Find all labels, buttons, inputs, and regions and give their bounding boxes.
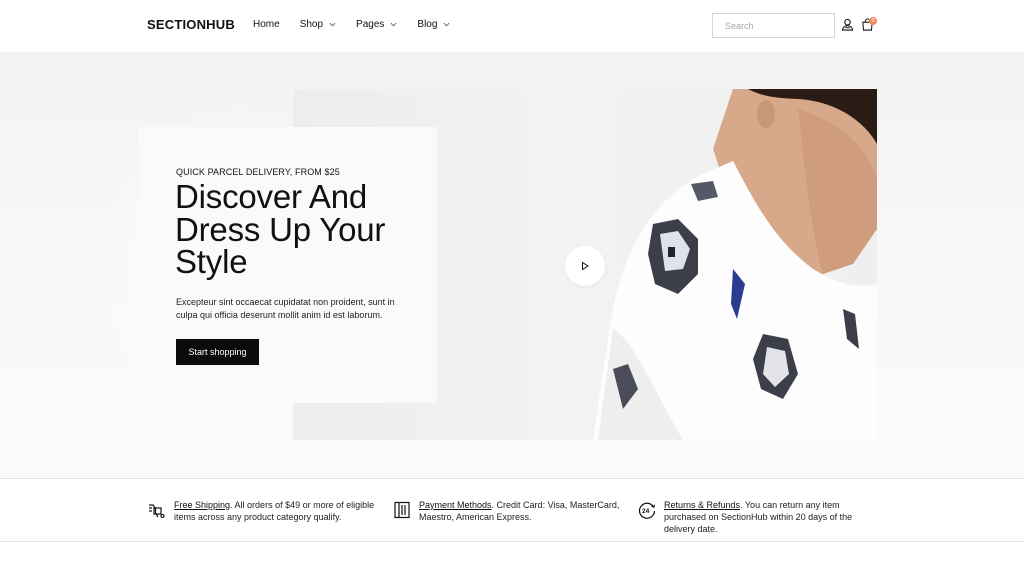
- feature-text: Payment Methods. Credit Card: Visa, Mast…: [419, 499, 634, 523]
- 24h-returns-icon: 24: [638, 502, 656, 519]
- payment-methods-link[interactable]: Payment Methods: [419, 500, 492, 510]
- start-shopping-button[interactable]: Start shopping: [176, 339, 259, 365]
- feature-free-shipping: Free Shipping. All orders of $49 or more…: [148, 499, 389, 523]
- nav-item-blog[interactable]: Blog: [417, 19, 450, 30]
- chevron-down-icon: [329, 22, 336, 27]
- nav-item-home[interactable]: Home: [253, 19, 280, 30]
- feature-text: Free Shipping. All orders of $49 or more…: [174, 499, 389, 523]
- chevron-down-icon: [443, 22, 450, 27]
- user-icon[interactable]: [841, 18, 854, 31]
- feature-returns-refunds: 24 Returns & Refunds. You can return any…: [638, 499, 879, 535]
- site-logo[interactable]: SECTIONHUB: [147, 17, 235, 32]
- nav-label: Home: [253, 19, 280, 30]
- svg-text:24: 24: [642, 508, 650, 515]
- fast-delivery-icon: [149, 504, 165, 519]
- nav-item-pages[interactable]: Pages: [356, 19, 397, 30]
- returns-refunds-link[interactable]: Returns & Refunds: [664, 500, 740, 510]
- nav-item-shop[interactable]: Shop: [300, 19, 336, 30]
- play-icon: [582, 261, 589, 271]
- site-header: SECTIONHUB Home Shop Pages Blog 0: [0, 0, 1024, 52]
- play-video-button[interactable]: [565, 246, 605, 286]
- payment-card-icon: [394, 501, 410, 519]
- feature-payment-methods: Payment Methods. Credit Card: Visa, Mast…: [393, 499, 634, 523]
- free-shipping-link[interactable]: Free Shipping: [174, 500, 230, 510]
- hero-body-text: Excepteur sint occaecat cupidatat non pr…: [176, 297, 395, 320]
- hero-eyebrow: QUICK PARCEL DELIVERY, FROM $25: [176, 167, 340, 177]
- chevron-down-icon: [390, 22, 397, 27]
- features-bar: Free Shipping. All orders of $49 or more…: [0, 478, 1024, 542]
- nav-label: Pages: [356, 19, 385, 30]
- feature-text: Returns & Refunds. You can return any it…: [664, 499, 879, 535]
- cart-count-badge: 0: [869, 17, 877, 25]
- main-nav: Home Shop Pages Blog: [253, 19, 470, 30]
- nav-label: Shop: [299, 19, 324, 30]
- hero-headline: Discover And Dress Up Your Style: [175, 178, 386, 280]
- search-input[interactable]: [712, 13, 835, 38]
- nav-label: Blog: [417, 19, 438, 30]
